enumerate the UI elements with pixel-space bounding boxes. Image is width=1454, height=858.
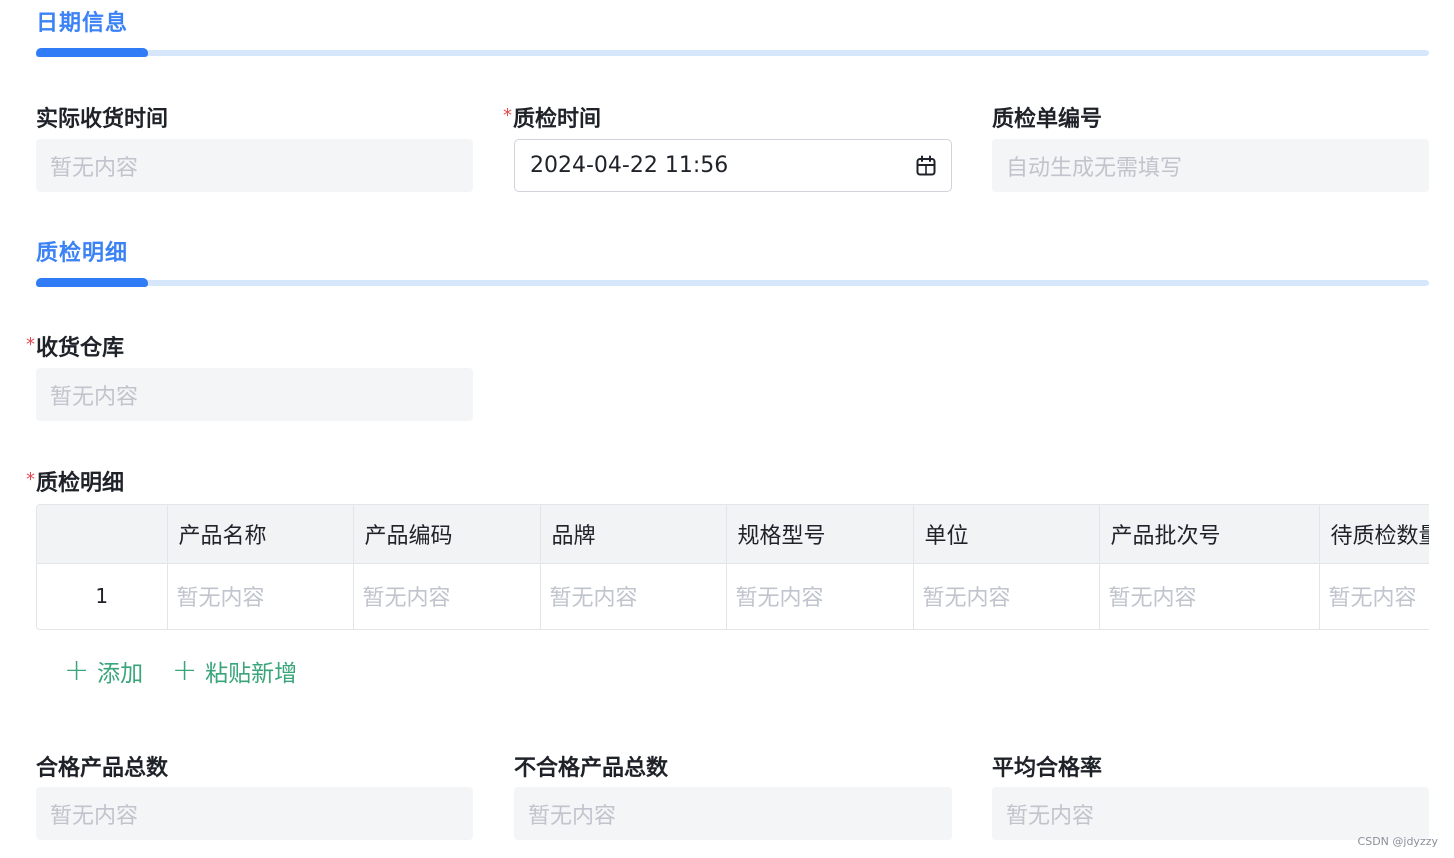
qc-time-label-text: 质检时间 xyxy=(513,107,602,132)
cell-spec-model[interactable]: 暂无内容 xyxy=(726,563,914,629)
column-header-batch-number: 产品批次号 xyxy=(1099,505,1320,564)
detail-table: 产品名称 产品编码 品牌 规格型号 单位 产品批次号 待质检数量 1 暂无内容 … xyxy=(36,504,1429,630)
cell-product-code[interactable]: 暂无内容 xyxy=(353,563,541,629)
section-divider-date xyxy=(36,48,1429,57)
plus-icon: + xyxy=(64,653,90,688)
section-divider-accent xyxy=(36,278,148,287)
warehouse-label: *收货仓库 xyxy=(26,330,124,362)
add-row-button[interactable]: + 添加 xyxy=(64,654,143,688)
paste-add-label: 粘贴新增 xyxy=(205,661,298,687)
detail-table-label: *质检明细 xyxy=(26,465,124,497)
paste-add-button[interactable]: + 粘贴新增 xyxy=(172,654,297,688)
qc-time-label: *质检时间 xyxy=(503,101,601,133)
column-header-pending-qty: 待质检数量 xyxy=(1319,505,1429,564)
section-title-date: 日期信息 xyxy=(36,11,129,36)
cell-brand[interactable]: 暂无内容 xyxy=(540,563,727,629)
required-mark: * xyxy=(26,334,35,355)
qc-time-picker[interactable]: 2024-04-22 11:56 xyxy=(514,139,952,192)
cell-product-name[interactable]: 暂无内容 xyxy=(167,563,354,629)
warehouse-label-text: 收货仓库 xyxy=(36,336,125,361)
qualified-total-label: 合格产品总数 xyxy=(36,756,169,781)
column-header-spec-model: 规格型号 xyxy=(726,505,914,564)
detail-table-label-text: 质检明细 xyxy=(36,471,125,496)
unqualified-total-label: 不合格产品总数 xyxy=(514,756,669,781)
unqualified-total-field: 暂无内容 xyxy=(514,787,952,840)
cell-unit[interactable]: 暂无内容 xyxy=(913,563,1100,629)
section-divider-detail xyxy=(36,278,1429,287)
column-header-brand: 品牌 xyxy=(540,505,727,564)
pass-rate-label: 平均合格率 xyxy=(992,756,1103,781)
cell-pending-qty[interactable]: 暂无内容 xyxy=(1319,563,1429,629)
row-index: 1 xyxy=(37,563,168,629)
actual-receipt-field: 暂无内容 xyxy=(36,139,473,192)
column-header-product-code: 产品编码 xyxy=(353,505,541,564)
qc-number-label: 质检单编号 xyxy=(992,107,1103,132)
table-header-row: 产品名称 产品编码 品牌 规格型号 单位 产品批次号 待质检数量 xyxy=(37,505,1429,564)
qualified-total-field: 暂无内容 xyxy=(36,787,473,840)
calendar-icon[interactable] xyxy=(915,155,937,177)
add-row-label: 添加 xyxy=(97,661,144,687)
table-row: 1 暂无内容 暂无内容 暂无内容 暂无内容 暂无内容 暂无内容 暂无内容 xyxy=(37,563,1429,629)
column-header-index xyxy=(37,505,168,564)
plus-icon: + xyxy=(172,653,198,688)
required-mark: * xyxy=(26,469,35,490)
section-title-detail: 质检明细 xyxy=(36,241,129,266)
section-divider-accent xyxy=(36,48,148,57)
required-mark: * xyxy=(503,105,512,126)
pass-rate-field: 暂无内容 xyxy=(992,787,1429,840)
column-header-unit: 单位 xyxy=(913,505,1100,564)
warehouse-field[interactable]: 暂无内容 xyxy=(36,368,473,421)
qc-number-field: 自动生成无需填写 xyxy=(992,139,1429,192)
cell-batch-number[interactable]: 暂无内容 xyxy=(1099,563,1320,629)
qc-time-value: 2024-04-22 11:56 xyxy=(530,153,729,178)
actual-receipt-label: 实际收货时间 xyxy=(36,107,169,132)
column-header-product-name: 产品名称 xyxy=(167,505,354,564)
watermark: CSDN @jdyzzy xyxy=(1357,835,1438,848)
